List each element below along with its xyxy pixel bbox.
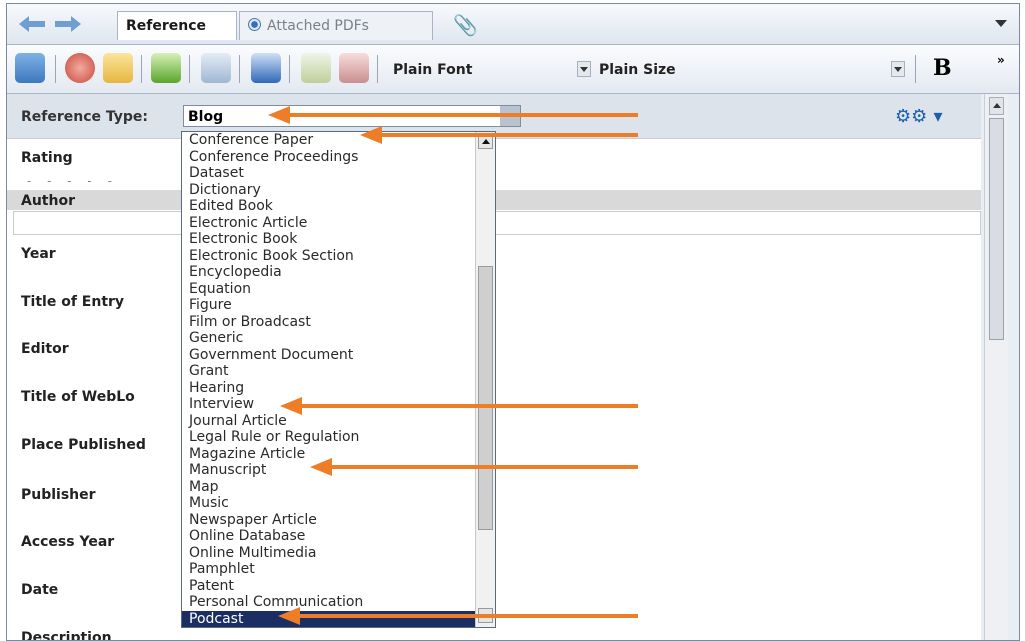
reference-type-option[interactable]: Conference Proceedings: [182, 149, 475, 166]
date-label: Date: [21, 582, 59, 598]
toolbar-separator: [141, 55, 142, 83]
gear-icon[interactable]: ⚙⚙ ▾: [895, 106, 943, 127]
reference-type-option[interactable]: Encyclopedia: [182, 264, 475, 281]
reference-type-option[interactable]: Electronic Book Section: [182, 248, 475, 265]
rating-label: Rating: [21, 150, 73, 166]
reference-type-list: Conference Paper Conference Proceedings Da…: [182, 132, 475, 627]
dropdown-scroll-down-button[interactable]: [478, 608, 493, 623]
form-scrollbar[interactable]: [984, 94, 1008, 640]
reference-type-option[interactable]: Music: [182, 495, 475, 512]
description-label: Description: [21, 630, 112, 640]
reference-type-value: Blog: [188, 109, 224, 125]
pdf-icon: [248, 18, 261, 31]
reference-type-dropdown[interactable]: Conference Paper Conference Proceedings Da…: [181, 131, 496, 628]
dropdown-scroll-up-button[interactable]: [478, 134, 493, 149]
list-icon[interactable]: [301, 53, 331, 83]
toolbar-separator: [289, 55, 290, 83]
reference-type-option[interactable]: Hearing: [182, 380, 475, 397]
title-of-entry-label: Title of Entry: [21, 294, 125, 310]
toolbar-overflow-button[interactable]: »: [997, 53, 1005, 67]
reference-type-option[interactable]: Government Document: [182, 347, 475, 364]
reference-type-option[interactable]: Legal Rule or Regulation: [182, 429, 475, 446]
formatting-toolbar: Plain Font Plain Size B »: [7, 45, 1019, 94]
font-select-label: Plain Font: [393, 62, 473, 78]
toolbar-separator: [377, 55, 378, 83]
reference-type-option[interactable]: Equation: [182, 281, 475, 298]
size-select-label: Plain Size: [599, 62, 676, 78]
forward-arrow-icon[interactable]: [55, 16, 81, 32]
reference-type-label: Reference Type:: [21, 109, 149, 125]
access-year-label: Access Year: [21, 534, 115, 550]
paperclip-icon[interactable]: 📎: [453, 13, 478, 37]
pin-icon[interactable]: [251, 53, 281, 83]
globe-icon[interactable]: [65, 53, 95, 83]
font-select[interactable]: Plain Font: [393, 59, 472, 81]
rating-stars[interactable]: - - - - -: [27, 174, 118, 188]
reference-type-option[interactable]: Map: [182, 479, 475, 496]
publisher-label: Publisher: [21, 487, 96, 503]
dropdown-scrollbar[interactable]: [475, 132, 495, 627]
toolbar-separator: [915, 55, 916, 83]
reference-type-option[interactable]: Figure: [182, 297, 475, 314]
tab-attached-pdfs-label: Attached PDFs: [267, 18, 369, 34]
author-field[interactable]: [13, 211, 981, 235]
place-published-label: Place Published: [21, 437, 146, 453]
toolbar-separator: [55, 55, 56, 83]
reference-type-option[interactable]: Manuscript: [182, 462, 475, 479]
reference-type-option[interactable]: Conference Paper: [182, 132, 475, 149]
reference-type-option[interactable]: Dictionary: [182, 182, 475, 199]
tab-reference-label: Reference: [126, 18, 207, 34]
reference-type-option[interactable]: Online Multimedia: [182, 545, 475, 562]
reference-type-select[interactable]: Blog: [183, 105, 521, 127]
editor-label: Editor: [21, 341, 69, 357]
reference-type-option[interactable]: Journal Article: [182, 413, 475, 430]
tab-reference[interactable]: Reference: [117, 11, 237, 40]
font-dropdown-button[interactable]: [577, 61, 591, 77]
scroll-thumb[interactable]: [989, 118, 1004, 340]
reference-type-option[interactable]: Interview: [182, 396, 475, 413]
toolbar-separator: [239, 55, 240, 83]
reference-type-option[interactable]: Newspaper Article: [182, 512, 475, 529]
back-arrow-icon[interactable]: [19, 16, 45, 32]
reference-type-option[interactable]: Dataset: [182, 165, 475, 182]
reference-type-option[interactable]: Online Database: [182, 528, 475, 545]
year-label: Year: [21, 246, 56, 262]
reference-type-option[interactable]: Edited Book: [182, 198, 475, 215]
reference-type-option[interactable]: Generic: [182, 330, 475, 347]
reference-type-option[interactable]: Film or Broadcast: [182, 314, 475, 331]
link-icon[interactable]: [201, 53, 231, 83]
reference-type-dropdown-button[interactable]: [500, 106, 520, 126]
author-label: Author: [21, 193, 75, 209]
folder-icon[interactable]: [103, 53, 133, 83]
dropdown-scroll-thumb[interactable]: [478, 266, 493, 530]
toolbar-separator: [189, 55, 190, 83]
check-icon[interactable]: [151, 53, 181, 83]
reference-type-option[interactable]: Electronic Book: [182, 231, 475, 248]
tab-attached-pdfs[interactable]: Attached PDFs: [239, 11, 433, 40]
title-of-weblog-label: Title of WebLo: [21, 389, 135, 405]
size-dropdown-button[interactable]: [891, 61, 905, 77]
reference-type-option[interactable]: Patent: [182, 578, 475, 595]
panel-menu-icon[interactable]: [995, 20, 1007, 27]
reference-type-option[interactable]: Electronic Article: [182, 215, 475, 232]
reference-panel: Reference Attached PDFs 📎 Plain Font Pla…: [6, 3, 1020, 641]
reference-type-option[interactable]: Magazine Article: [182, 446, 475, 463]
annotate-icon[interactable]: [339, 53, 369, 83]
reference-type-option[interactable]: Personal Communication: [182, 594, 475, 611]
refresh-icon[interactable]: [15, 53, 45, 83]
scroll-up-button[interactable]: [989, 97, 1004, 115]
tab-bar: Reference Attached PDFs 📎: [7, 4, 1019, 45]
bold-button[interactable]: B: [933, 55, 952, 81]
reference-type-option[interactable]: Podcast: [182, 610, 475, 627]
size-select[interactable]: Plain Size: [599, 59, 707, 81]
reference-type-option[interactable]: Grant: [182, 363, 475, 380]
reference-type-option[interactable]: Pamphlet: [182, 561, 475, 578]
